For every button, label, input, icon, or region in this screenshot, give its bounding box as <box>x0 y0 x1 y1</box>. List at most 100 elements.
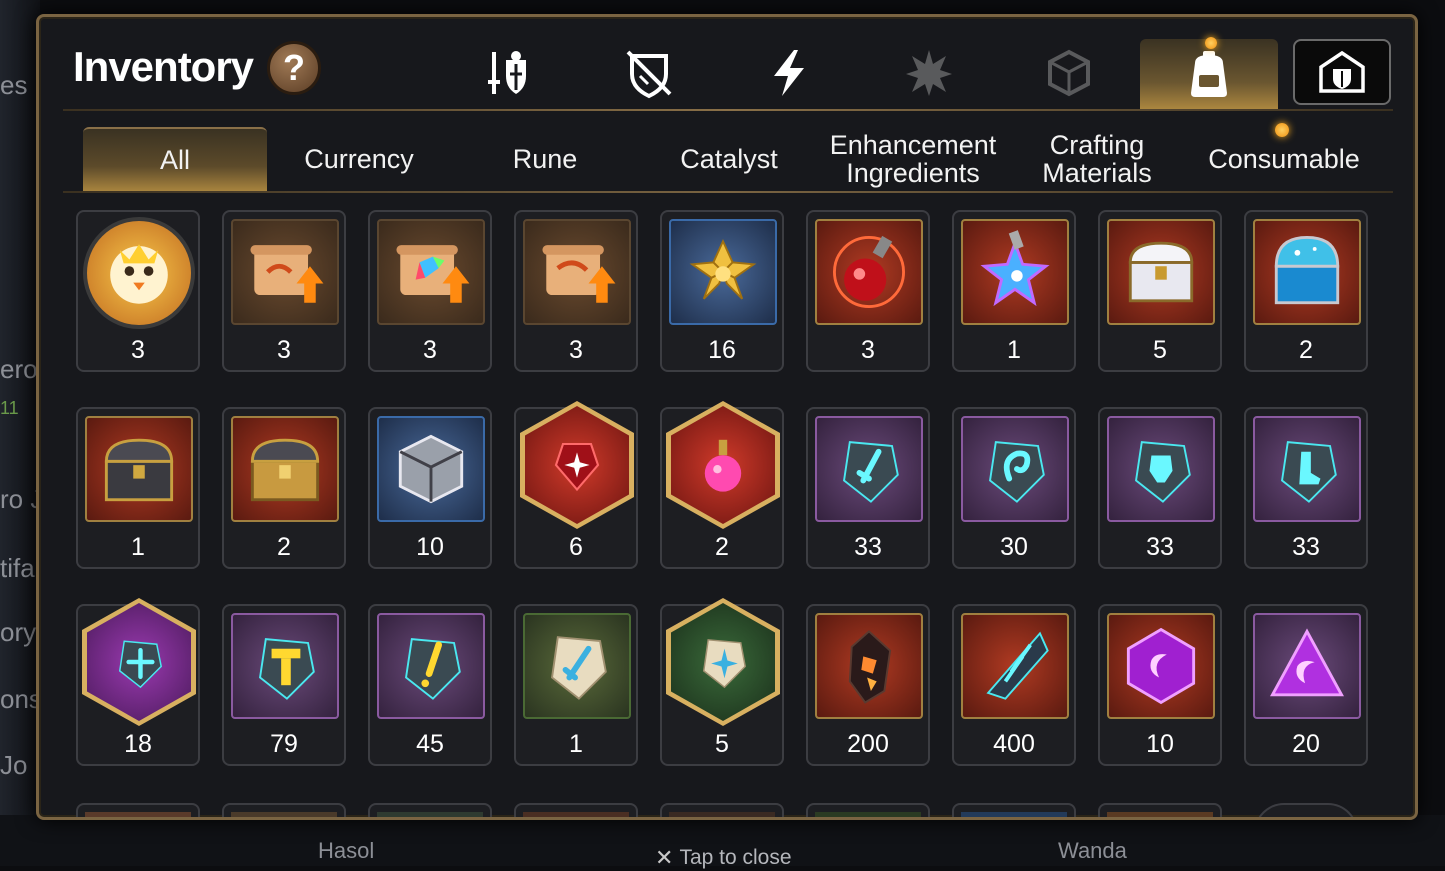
moon-gem-icon <box>1107 613 1215 719</box>
inventory-item-partial[interactable] <box>514 803 638 817</box>
tab-catalyst[interactable]: Catalyst <box>637 127 821 191</box>
inventory-item[interactable]: 79 <box>222 604 346 766</box>
item-count: 33 <box>1292 533 1320 561</box>
inventory-item[interactable]: 3 <box>76 210 200 372</box>
inventory-item[interactable]: 1 <box>952 210 1076 372</box>
inventory-item[interactable]: 2 <box>660 401 784 569</box>
inventory-panel: Inventory ? All Currency Rune Catalyst E… <box>36 14 1418 820</box>
category-cube[interactable] <box>1039 43 1099 103</box>
broken-shield-icon <box>626 50 672 99</box>
inventory-item-partial[interactable] <box>952 803 1076 817</box>
backpack-icon <box>1191 51 1227 97</box>
item-count: 3 <box>861 336 875 364</box>
gold-rune-icon <box>377 613 485 719</box>
inventory-item[interactable]: 20 <box>1244 604 1368 766</box>
category-equipment[interactable] <box>479 43 539 103</box>
page-title: Inventory <box>73 43 254 90</box>
inventory-item[interactable]: 30 <box>952 407 1076 569</box>
burst-icon <box>906 50 952 96</box>
blue-chest-icon <box>1253 219 1361 325</box>
background-text: ero <box>0 354 38 384</box>
item-count: 79 <box>270 730 298 758</box>
item-count: 2 <box>1299 336 1313 364</box>
pink-potion-icon <box>666 401 780 529</box>
category-skill[interactable] <box>759 43 819 103</box>
item-count: 400 <box>993 730 1035 758</box>
inventory-item[interactable]: 45 <box>368 604 492 766</box>
notification-dot <box>1205 37 1217 49</box>
item-count: 33 <box>854 533 882 561</box>
ice-shard-icon <box>961 613 1069 719</box>
fire-crystal-icon <box>815 613 923 719</box>
tap-to-close[interactable]: ✕ Tap to close <box>655 845 792 871</box>
inventory-item-partial[interactable] <box>1098 803 1222 817</box>
inventory-item[interactable]: 33 <box>806 407 930 569</box>
item-count: 18 <box>124 730 152 758</box>
item-count: 5 <box>1153 336 1167 364</box>
item-count: 3 <box>131 336 145 364</box>
item-count: 33 <box>1146 533 1174 561</box>
inventory-item[interactable]: 16 <box>660 210 784 372</box>
scroll-upgrade-icon <box>231 219 339 325</box>
cross-rune-icon <box>82 598 196 726</box>
lightning-icon <box>774 50 804 96</box>
tab-crafting-materials[interactable]: Crafting Materials <box>1005 127 1189 191</box>
sword-shield-icon <box>488 51 526 94</box>
inventory-item[interactable]: 2 <box>1244 210 1368 372</box>
item-count: 3 <box>423 336 437 364</box>
inventory-item[interactable]: 5 <box>1098 210 1222 372</box>
close-icon: ✕ <box>655 845 674 870</box>
moon-prism-icon <box>1253 613 1361 719</box>
item-count: 16 <box>708 336 736 364</box>
silver-cube-icon <box>377 416 485 522</box>
category-unequipped[interactable] <box>619 43 679 103</box>
inventory-item[interactable]: 5 <box>660 598 784 766</box>
inventory-item[interactable]: 18 <box>76 598 200 766</box>
inventory-item[interactable]: 1 <box>514 604 638 766</box>
help-button[interactable]: ? <box>267 41 321 95</box>
tab-all[interactable]: All <box>83 127 267 191</box>
hero-name-hasol: Hasol <box>318 838 375 863</box>
item-count: 3 <box>277 336 291 364</box>
inventory-item-partial[interactable] <box>660 803 784 817</box>
inventory-item-partial[interactable] <box>806 803 930 817</box>
inventory-item[interactable]: 3 <box>368 210 492 372</box>
item-count: 200 <box>847 730 889 758</box>
inventory-item[interactable]: 33 <box>1244 407 1368 569</box>
chick-coin-icon <box>83 217 195 329</box>
background-text: tifa <box>0 553 35 583</box>
inventory-item[interactable]: 10 <box>1098 604 1222 766</box>
hero-name-wanda: Wanda <box>1058 838 1127 863</box>
red-potion-icon <box>815 219 923 325</box>
inventory-item[interactable]: 200 <box>806 604 930 766</box>
notification-dot <box>1275 123 1289 137</box>
storage-house-icon <box>1319 50 1365 93</box>
inventory-item[interactable]: 6 <box>514 401 638 569</box>
inventory-item[interactable]: 3 <box>222 210 346 372</box>
close-hint-label: Tap to close <box>679 846 792 869</box>
inventory-item[interactable]: 10 <box>368 407 492 569</box>
item-count: 6 <box>569 533 583 561</box>
category-burst[interactable] <box>899 43 959 103</box>
inventory-item[interactable]: 33 <box>1098 407 1222 569</box>
stone-star-rune-icon <box>666 598 780 726</box>
background-left-panel: es ero 11 ro J tifa ory ons Jo <box>0 0 43 866</box>
hammer-rune-icon <box>231 613 339 719</box>
inventory-item-partial[interactable] <box>222 803 346 817</box>
tab-enhancement-ingredients[interactable]: Enhancement Ingredients <box>821 127 1005 191</box>
inventory-item-partial[interactable] <box>368 803 492 817</box>
scroll-upgrade-icon <box>523 219 631 325</box>
inventory-item[interactable]: 400 <box>952 604 1076 766</box>
inventory-item[interactable]: 1 <box>76 407 200 569</box>
inventory-item[interactable]: 3 <box>806 210 930 372</box>
tab-rune[interactable]: Rune <box>453 127 637 191</box>
category-bag[interactable] <box>1140 39 1278 111</box>
inventory-item[interactable]: 3 <box>514 210 638 372</box>
storage-button[interactable] <box>1293 39 1391 105</box>
item-count: 45 <box>416 730 444 758</box>
inventory-item[interactable]: 2 <box>222 407 346 569</box>
inventory-item-partial[interactable] <box>1254 803 1358 817</box>
inventory-item-partial[interactable] <box>76 803 200 817</box>
item-count: 2 <box>715 533 729 561</box>
tab-currency[interactable]: Currency <box>267 127 451 191</box>
